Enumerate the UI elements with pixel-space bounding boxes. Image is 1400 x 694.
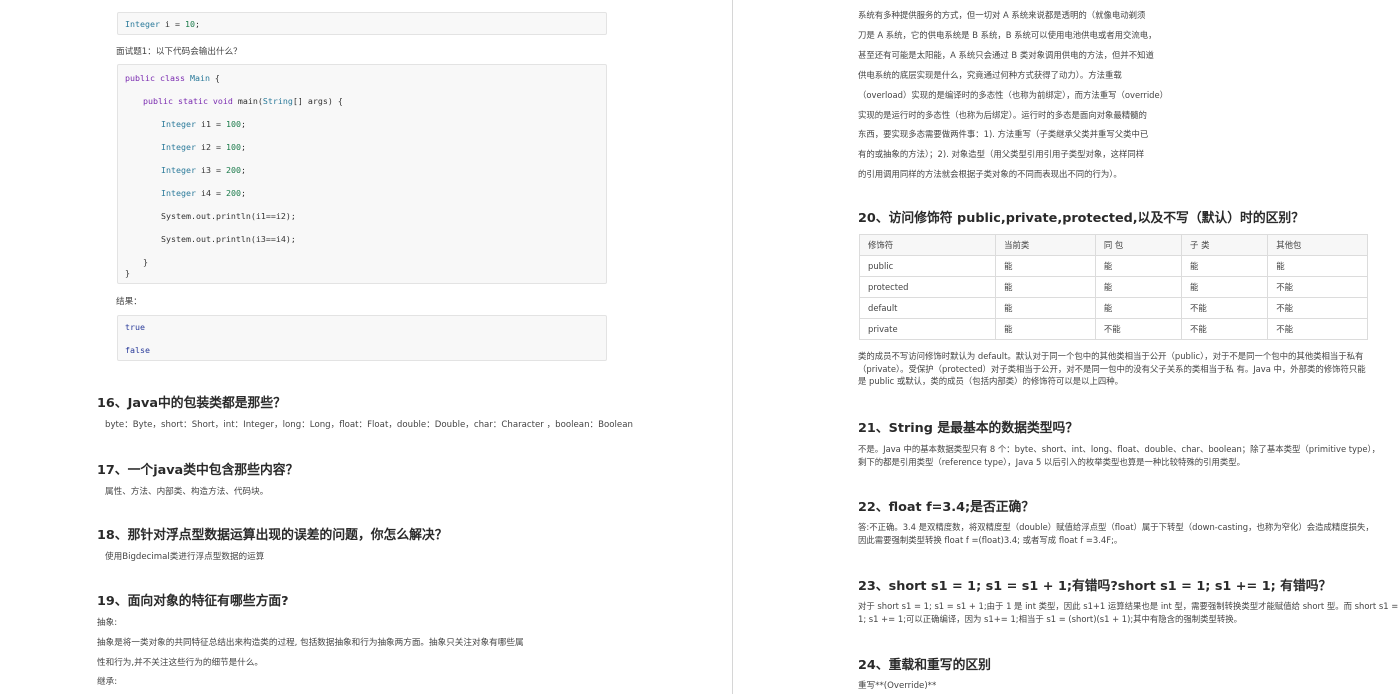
table-cell: 不能 bbox=[1181, 318, 1269, 340]
code-block-integer: Integer i = 10; bbox=[117, 12, 607, 35]
code-line: System.out.println(i1==i2); bbox=[161, 211, 296, 221]
document-page-left: Integer i = 10; 面试题1：以下代码会输出什么？ public c… bbox=[0, 0, 732, 694]
table-row: default 能 能 不能 不能 bbox=[858, 297, 1368, 319]
heading-24: 24、重载和重写的区别 bbox=[858, 658, 991, 673]
table-cell: protected bbox=[858, 276, 997, 298]
table-cell: 不能 bbox=[1181, 297, 1269, 319]
table-cell: 能 bbox=[995, 318, 1096, 340]
heading-21: 21、String 是最基本的数据类型吗？ bbox=[858, 421, 1079, 436]
table-cell: 能 bbox=[995, 297, 1096, 319]
code-line: Integer i1 = 100; bbox=[161, 119, 246, 129]
abstraction-label: 抽象: bbox=[97, 618, 118, 628]
text-line: 系统有多种提供服务的方式，但一切对 A 系统来说都是透明的（就像电动剃须 bbox=[858, 10, 1146, 20]
code-line: Integer i2 = 100; bbox=[161, 142, 246, 152]
table-cell: 能 bbox=[995, 255, 1096, 277]
table-cell: private bbox=[858, 318, 997, 340]
text-line: 对于 short s1 = 1; s1 = s1 + 1;由于 1 是 int … bbox=[858, 601, 1399, 611]
paragraph-24: 重写**(Override)** bbox=[858, 681, 937, 691]
text-line: 实现的是运行时的多态性（也称为后绑定）。运行时的多态是面向对象最精髓的 bbox=[858, 109, 1147, 120]
document-page-right: 系统有多种提供服务的方式，但一切对 A 系统来说都是透明的（就像电动剃须 刀是 … bbox=[733, 0, 1400, 694]
text-line: 不是。Java 中的基本数据类型只有 8 个：byte、short、int、lo… bbox=[858, 444, 1381, 454]
code-line: } bbox=[143, 257, 148, 267]
heading-16: 16、Java中的包装类都是那些？ bbox=[97, 396, 286, 411]
paragraph-17: 属性、方法、内部类、构造方法、代码块。 bbox=[105, 487, 269, 497]
table-header-row: 修饰符 当前类 同 包 子 类 其他包 bbox=[858, 234, 1368, 256]
code-line: System.out.println(i3==i4); bbox=[161, 234, 296, 244]
table-cell: 能 bbox=[1094, 255, 1183, 277]
code-block-result: true false bbox=[117, 315, 607, 361]
text-line: 供电系统的底层实现是什么，究竟通过何种方式获得了动力）。方法重载 bbox=[858, 69, 1122, 80]
access-modifier-table: 修饰符 当前类 同 包 子 类 其他包 public 能 能 能 能 prote… bbox=[858, 234, 1368, 340]
paragraph-20: 类的成员不写访问修饰时默认为 default。默认对于同一个包中的其他类相当于公… bbox=[858, 350, 1366, 388]
paragraph-22: 答:不正确。3.4 是双精度数，将双精度型（double）赋值给浮点型（floa… bbox=[858, 521, 1374, 546]
table-header-cell: 修饰符 bbox=[858, 234, 997, 256]
code-line: public class Main { bbox=[125, 73, 220, 83]
inheritance-label: 继承: bbox=[97, 677, 118, 687]
code-line: } bbox=[125, 268, 130, 278]
text-line: 刀是 A 系统，它的供电系统是 B 系统，B 系统可以使用电池供电或者用交流电， bbox=[858, 29, 1157, 40]
table-header-cell: 当前类 bbox=[995, 234, 1096, 256]
text-line: 剩下的都是引用类型（reference type），Java 5 以后引入的枚举… bbox=[858, 456, 1246, 467]
paragraph-21: 不是。Java 中的基本数据类型只有 8 个：byte、short、int、lo… bbox=[858, 443, 1380, 468]
text-line: 有的或抽象的方法）；2). 对象造型（用父类型引用引用子类型对象，这样同样 bbox=[858, 149, 1145, 160]
heading-22: 22、float f=3.4;是否正确？ bbox=[858, 500, 1035, 515]
result-line: false bbox=[125, 345, 150, 355]
result-line: true bbox=[125, 322, 145, 332]
text-line: 是 public 或默认，类的成员（包括内部类）的修饰符可以是以上四种。 bbox=[858, 376, 1124, 386]
table-cell: 能 bbox=[1267, 255, 1368, 277]
table-cell: 能 bbox=[1181, 255, 1269, 277]
paragraph-23: 对于 short s1 = 1; s1 = s1 + 1;由于 1 是 int … bbox=[858, 600, 1398, 625]
text-line: 因此需要强制类型转换 float f =(float)3.4; 或者写成 flo… bbox=[858, 534, 1123, 545]
heading-17: 17、一个java类中包含那些内容？ bbox=[97, 463, 299, 478]
table-cell: 不能 bbox=[1267, 318, 1368, 340]
interview-question-label: 面试题1：以下代码会输出什么？ bbox=[116, 47, 242, 57]
table-row: private 能 不能 不能 不能 bbox=[858, 318, 1368, 340]
text-line: 1; s1 += 1;可以正确编译，因为 s1+= 1;相当于 s1 = (sh… bbox=[858, 613, 1243, 624]
table-cell: 能 bbox=[1181, 276, 1269, 298]
table-cell: 不能 bbox=[1267, 276, 1368, 298]
table-cell: public bbox=[858, 255, 997, 277]
text-line: 答:不正确。3.4 是双精度数，将双精度型（double）赋值给浮点型（floa… bbox=[858, 522, 1374, 532]
table-header-cell: 同 包 bbox=[1094, 234, 1183, 256]
text-line: （private）。受保护（protected）对子类相当于公开，对不是同一包中… bbox=[858, 363, 1366, 374]
table-cell: 不能 bbox=[1267, 297, 1368, 319]
table-header-cell: 其他包 bbox=[1267, 234, 1368, 256]
polymorphism-paragraph: 系统有多种提供服务的方式，但一切对 A 系统来说都是透明的（就像电动剃须 刀是 … bbox=[858, 6, 1168, 185]
table-cell: 能 bbox=[995, 276, 1096, 298]
code-line: Integer i3 = 200; bbox=[161, 165, 246, 175]
paragraph-19-line1: 抽象是将一类对象的共同特征总结出来构造类的过程, 包括数据抽象和行为抽象两方面。… bbox=[97, 638, 524, 648]
table-cell: 能 bbox=[1094, 297, 1183, 319]
table-cell: default bbox=[858, 297, 997, 319]
paragraph-16: byte：Byte，short：Short，int：Integer，long：L… bbox=[105, 420, 633, 430]
heading-19: 19、面向对象的特征有哪些方面? bbox=[97, 594, 289, 609]
text-line: 甚至还有可能是太阳能，A 系统只会通过 B 类对象调用供电的方法，但并不知道 bbox=[858, 49, 1154, 60]
code-line: public static void main(String[] args) { bbox=[143, 96, 343, 106]
table-cell: 不能 bbox=[1094, 318, 1183, 340]
code-line: Integer i = 10; bbox=[125, 19, 200, 29]
paragraph-18: 使用Bigdecimal类进行浮点型数据的运算 bbox=[105, 552, 265, 562]
table-cell: 能 bbox=[1094, 276, 1183, 298]
code-block-main: public class Main { public static void m… bbox=[117, 64, 607, 284]
paragraph-19-line2: 性和行为,并不关注这些行为的细节是什么。 bbox=[97, 658, 264, 668]
text-line: （overload）实现的是编译时的多态性（也称为前绑定），而方法重写（over… bbox=[858, 89, 1169, 100]
table-header-cell: 子 类 bbox=[1181, 234, 1269, 256]
heading-18: 18、那针对浮点型数据运算出现的误差的问题，你怎么解决？ bbox=[97, 528, 448, 543]
heading-23: 23、short s1 = 1; s1 = s1 + 1;有错吗?short s… bbox=[858, 579, 1332, 594]
table-row: public 能 能 能 能 bbox=[858, 255, 1368, 277]
heading-20: 20、访问修饰符 public,private,protected,以及不写（默… bbox=[858, 211, 1305, 226]
result-label: 结果： bbox=[116, 297, 142, 307]
text-line: 东西，要实现多态需要做两件事：1). 方法重写（子类继承父类并重写父类中已 bbox=[858, 129, 1149, 140]
text-line: 的引用调用同样的方法就会根据子类对象的不同而表现出不同的行为）。 bbox=[858, 169, 1122, 180]
code-line: Integer i4 = 200; bbox=[161, 188, 246, 198]
table-row: protected 能 能 能 不能 bbox=[858, 276, 1368, 298]
text-line: 类的成员不写访问修饰时默认为 default。默认对于同一个包中的其他类相当于公… bbox=[858, 351, 1364, 361]
